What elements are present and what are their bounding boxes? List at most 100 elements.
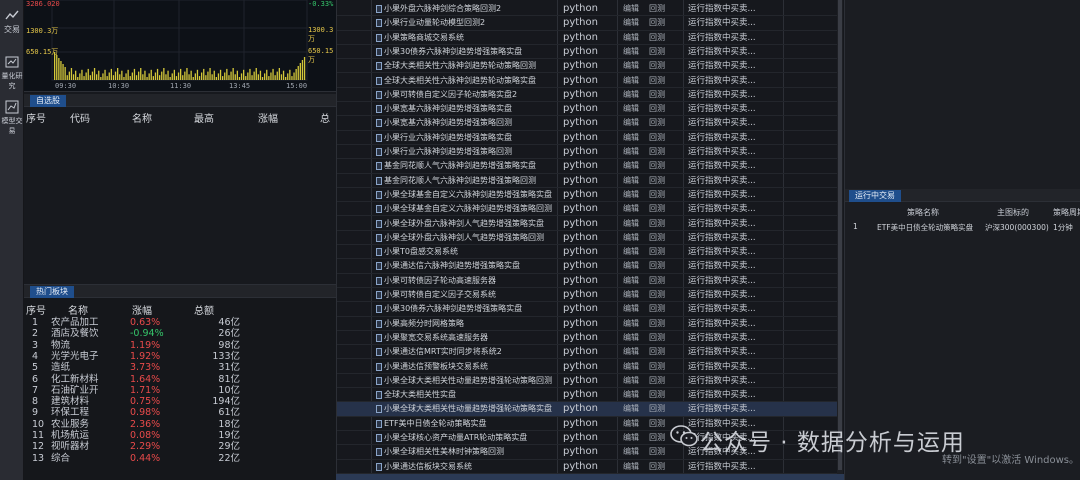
run-button[interactable]: 运行指数中买卖... xyxy=(688,302,778,316)
strategy-row[interactable]: 小果行业六脉神剑趋势增强策略实盘 python 编辑 回测 运行指数中买卖... xyxy=(337,131,841,145)
strategy-row[interactable]: 小果全球大类相关性动量趋势增强轮动策略回测 python 编辑 回测 运行指数中买卖..… xyxy=(337,374,841,389)
hot-sector-row[interactable]: 1 农产品加工 0.63% 46亿 xyxy=(24,317,336,328)
hot-sector-row[interactable]: 12 视听器材 2.29% 29亿 xyxy=(24,441,336,452)
backtest-button[interactable]: 回测 xyxy=(649,245,669,259)
strategy-row[interactable]: 小果通达信板块交易系统 python 编辑 回测 运行指数中买卖... xyxy=(337,460,841,474)
run-button[interactable]: 运行指数中买卖... xyxy=(688,188,778,202)
col-name[interactable]: 名称 xyxy=(68,302,88,317)
strategy-row[interactable]: 小果可转债自定义因子交易系统 python 编辑 回测 运行指数中买卖... xyxy=(337,288,841,303)
edit-button[interactable]: 编辑 xyxy=(623,431,643,445)
backtest-button[interactable]: 回测 xyxy=(649,274,669,288)
strategy-row[interactable]: 全球大类相关性实盘 python 编辑 回测 运行指数中买卖... xyxy=(337,388,841,403)
strategy-row[interactable]: 小果T0盘感交易系统 python 编辑 回测 运行指数中买卖... xyxy=(337,245,841,260)
backtest-button[interactable]: 回测 xyxy=(649,59,669,73)
strategy-row[interactable]: 小果全球基金自定义六脉神剑趋势增强策略实盘 python 编辑 回测 运行指数中买卖..… xyxy=(337,188,841,203)
col-index[interactable]: 序号 xyxy=(26,302,46,317)
backtest-button[interactable]: 回测 xyxy=(649,288,669,302)
edit-button[interactable]: 编辑 xyxy=(623,345,643,359)
run-button[interactable]: 运行指数中买卖... xyxy=(688,45,778,59)
edit-button[interactable]: 编辑 xyxy=(623,245,643,259)
hot-sector-row[interactable]: 13 综合 0.44% 22亿 xyxy=(24,453,336,464)
edit-button[interactable]: 编辑 xyxy=(623,88,643,102)
edit-button[interactable]: 编辑 xyxy=(623,145,643,159)
run-button[interactable]: 运行指数中买卖... xyxy=(688,274,778,288)
edit-button[interactable]: 编辑 xyxy=(623,116,643,130)
run-button[interactable]: 运行指数中买卖... xyxy=(688,16,778,30)
backtest-button[interactable]: 回测 xyxy=(649,174,669,188)
run-button[interactable]: 运行指数中买卖... xyxy=(688,2,778,16)
backtest-button[interactable]: 回测 xyxy=(649,217,669,231)
edit-button[interactable]: 编辑 xyxy=(623,231,643,245)
strategy-row[interactable]: 小果行业动量轮动模型回测2 python 编辑 回测 运行指数中买卖... xyxy=(337,16,841,31)
edit-button[interactable]: 编辑 xyxy=(623,374,643,388)
run-button[interactable]: 运行指数中买卖... xyxy=(688,131,778,145)
strategy-row[interactable]: 小果可转债因子轮动高速服务器 python 编辑 回测 运行指数中买卖... xyxy=(337,274,841,288)
col-code[interactable]: 代码 xyxy=(70,110,90,125)
backtest-button[interactable]: 回测 xyxy=(649,259,669,273)
backtest-button[interactable]: 回测 xyxy=(649,417,669,431)
edit-button[interactable]: 编辑 xyxy=(623,259,643,273)
run-button[interactable]: 运行指数中买卖... xyxy=(688,174,778,188)
strategy-row[interactable]: 小果通达信六脉神剑趋势增强策略实盘 python 编辑 回测 运行指数中买卖... xyxy=(337,259,841,274)
hot-sector-row[interactable]: 9 环保工程 0.98% 61亿 xyxy=(24,407,336,418)
col-amount[interactable]: 总额 xyxy=(194,302,214,317)
edit-button[interactable]: 编辑 xyxy=(623,274,643,288)
run-button[interactable]: 运行指数中买卖... xyxy=(688,388,778,402)
run-button[interactable]: 运行指数中买卖... xyxy=(688,217,778,231)
edit-button[interactable]: 编辑 xyxy=(623,331,643,345)
run-button[interactable]: 运行指数中买卖... xyxy=(688,88,778,102)
backtest-button[interactable]: 回测 xyxy=(649,188,669,202)
backtest-button[interactable]: 回测 xyxy=(649,131,669,145)
edit-button[interactable]: 编辑 xyxy=(623,16,643,30)
run-button[interactable]: 运行指数中买卖... xyxy=(688,74,778,88)
backtest-button[interactable]: 回测 xyxy=(649,145,669,159)
strategy-row[interactable]: 小果通达信预警板块交易系统 python 编辑 回测 运行指数中买卖... xyxy=(337,360,841,374)
run-button[interactable]: 运行指数中买卖... xyxy=(688,288,778,302)
strategy-row[interactable]: 全球大类相关性六脉神剑趋势轮动策略实盘 python 编辑 回测 运行指数中买卖... xyxy=(337,74,841,88)
col-main-symbol[interactable]: 主图标的 xyxy=(997,207,1029,218)
backtest-button[interactable]: 回测 xyxy=(649,302,669,316)
backtest-button[interactable]: 回测 xyxy=(649,460,669,474)
strategy-row[interactable]: 小果30债券六脉神剑趋势增强策略实盘 python 编辑 回测 运行指数中买卖... xyxy=(337,302,841,317)
run-button[interactable]: 运行指数中买卖... xyxy=(688,259,778,273)
scrollbar-thumb[interactable] xyxy=(838,0,842,470)
edit-button[interactable]: 编辑 xyxy=(623,445,643,459)
edit-button[interactable]: 编辑 xyxy=(623,2,643,16)
rail-item-model-trade[interactable]: 模型交易 xyxy=(0,100,24,136)
running-row[interactable]: 1 ETF美中日债全轮动策略实盘 沪深300(000300) 1分钟 xyxy=(845,222,1080,234)
strategy-row[interactable]: 小果通达信MRT实时同步将系统2 python 编辑 回测 运行指数中买卖... xyxy=(337,345,841,360)
edit-button[interactable]: 编辑 xyxy=(623,45,643,59)
hot-sector-row[interactable]: 2 酒店及餐饮 -0.94% 26亿 xyxy=(24,328,336,339)
backtest-button[interactable]: 回测 xyxy=(649,16,669,30)
run-button[interactable]: 运行指数中买卖... xyxy=(688,345,778,359)
strategy-row[interactable]: 基金同花顺人气六脉神剑趋势增强策略实盘 python 编辑 回测 运行指数中买卖... xyxy=(337,159,841,174)
edit-button[interactable]: 编辑 xyxy=(623,188,643,202)
run-button[interactable]: 运行指数中买卖... xyxy=(688,360,778,374)
col-total[interactable]: 总 xyxy=(320,110,330,125)
run-button[interactable]: 运行指数中买卖... xyxy=(688,374,778,388)
edit-button[interactable]: 编辑 xyxy=(623,217,643,231)
strategy-row[interactable]: 小果聚宽交易系统高速服务器 python 编辑 回测 运行指数中买卖... xyxy=(337,331,841,346)
strategy-row[interactable]: 小果行业六脉神剑趋势增强策略回测 python 编辑 回测 运行指数中买卖... xyxy=(337,145,841,160)
backtest-button[interactable]: 回测 xyxy=(649,388,669,402)
edit-button[interactable]: 编辑 xyxy=(623,460,643,474)
run-button[interactable]: 运行指数中买卖... xyxy=(688,331,778,345)
strategy-row[interactable]: 小果全球外盘六脉神剑人气趋势增强策略实盘 python 编辑 回测 运行指数中买卖... xyxy=(337,217,841,231)
rail-item-research[interactable]: 量化研究 xyxy=(0,55,24,91)
strategy-row[interactable]: 小果宽基六脉神剑趋势增强策略实盘 python 编辑 回测 运行指数中买卖... xyxy=(337,102,841,117)
edit-button[interactable]: 编辑 xyxy=(623,202,643,216)
run-button[interactable]: 运行指数中买卖... xyxy=(688,59,778,73)
strategy-row[interactable]: 小果全球基金自定义六脉神剑趋势增强策略回测 python 编辑 回测 运行指数中买卖..… xyxy=(337,202,841,217)
edit-button[interactable]: 编辑 xyxy=(623,402,643,416)
backtest-button[interactable]: 回测 xyxy=(649,360,669,374)
hot-sector-row[interactable]: 4 光学光电子 1.92% 133亿 xyxy=(24,351,336,362)
strategy-row[interactable]: 小果全球外盘六脉神剑人气趋势增强策略回测 python 编辑 回测 运行指数中买卖... xyxy=(337,231,841,246)
backtest-button[interactable]: 回测 xyxy=(649,159,669,173)
edit-button[interactable]: 编辑 xyxy=(623,159,643,173)
backtest-button[interactable]: 回测 xyxy=(649,2,669,16)
col-strategy-name[interactable]: 策略名称 xyxy=(907,207,939,218)
edit-button[interactable]: 编辑 xyxy=(623,302,643,316)
backtest-button[interactable]: 回测 xyxy=(649,31,669,45)
strategy-row[interactable]: 小果外盘六脉神剑综合策略回测2 python 编辑 回测 运行指数中买卖... xyxy=(337,2,841,17)
col-index[interactable]: 序号 xyxy=(26,110,46,125)
